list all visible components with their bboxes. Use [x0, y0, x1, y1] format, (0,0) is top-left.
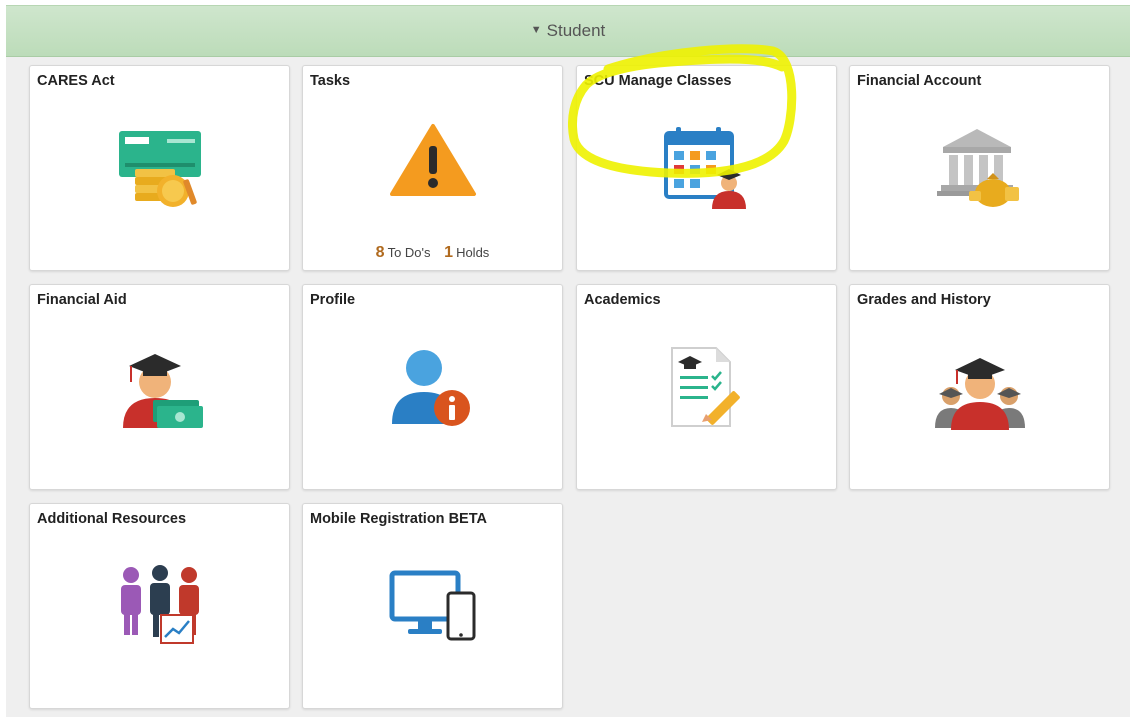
graduate-money-icon	[115, 344, 205, 430]
caret-down-icon: ▼	[530, 24, 542, 36]
calendar-student-icon	[662, 125, 752, 211]
user-info-icon	[388, 344, 478, 430]
warning-icon	[388, 122, 478, 198]
tile-title: Grades and History	[857, 292, 991, 308]
monitor-phone-icon	[388, 563, 478, 649]
tile-cares-act[interactable]: CARES Act	[29, 65, 290, 271]
tile-financial-aid[interactable]: Financial Aid	[29, 284, 290, 490]
holds-label: Holds	[456, 245, 490, 260]
bank-icon	[935, 125, 1025, 211]
check-coins-icon	[115, 125, 205, 211]
tile-financial-account[interactable]: Financial Account	[849, 65, 1110, 271]
document-checklist-icon	[662, 344, 752, 430]
todo-label: To Do's	[387, 245, 431, 260]
tile-additional-resources[interactable]: Additional Resources	[29, 503, 290, 709]
tile-profile[interactable]: Profile	[302, 284, 563, 490]
tile-title: SCU Manage Classes	[584, 73, 732, 89]
people-chart-icon	[115, 563, 205, 649]
tile-title: Additional Resources	[37, 511, 187, 527]
tile-title: Financial Aid	[37, 292, 127, 308]
tile-mobile-registration-beta[interactable]: Mobile Registration BETA	[302, 503, 563, 709]
tile-title: Financial Account	[857, 73, 982, 89]
tile-title: Tasks	[310, 73, 351, 89]
tasks-counts: 8 To Do's 1 Holds	[303, 244, 562, 262]
todo-count: 8	[375, 244, 385, 261]
tile-grades-and-history[interactable]: Grades and History	[849, 284, 1110, 490]
holds-count: 1	[444, 244, 454, 261]
graduates-icon	[934, 344, 1025, 430]
tile-tasks[interactable]: Tasks 8 To Do's 1 Holds	[302, 65, 563, 271]
tile-scu-manage-classes[interactable]: SCU Manage Classes	[576, 65, 837, 271]
homepage-title: Student	[546, 21, 606, 40]
tile-title: Academics	[584, 292, 661, 308]
tile-title: Profile	[310, 292, 356, 308]
homepage-header[interactable]: ▼ Student	[6, 5, 1130, 57]
tile-academics[interactable]: Academics	[576, 284, 837, 490]
student-homepage: ▼ Student CARES Act Tasks 8 To Do's 1 Ho…	[6, 5, 1130, 717]
tile-title: CARES Act	[37, 73, 115, 89]
tile-title: Mobile Registration BETA	[310, 511, 487, 527]
